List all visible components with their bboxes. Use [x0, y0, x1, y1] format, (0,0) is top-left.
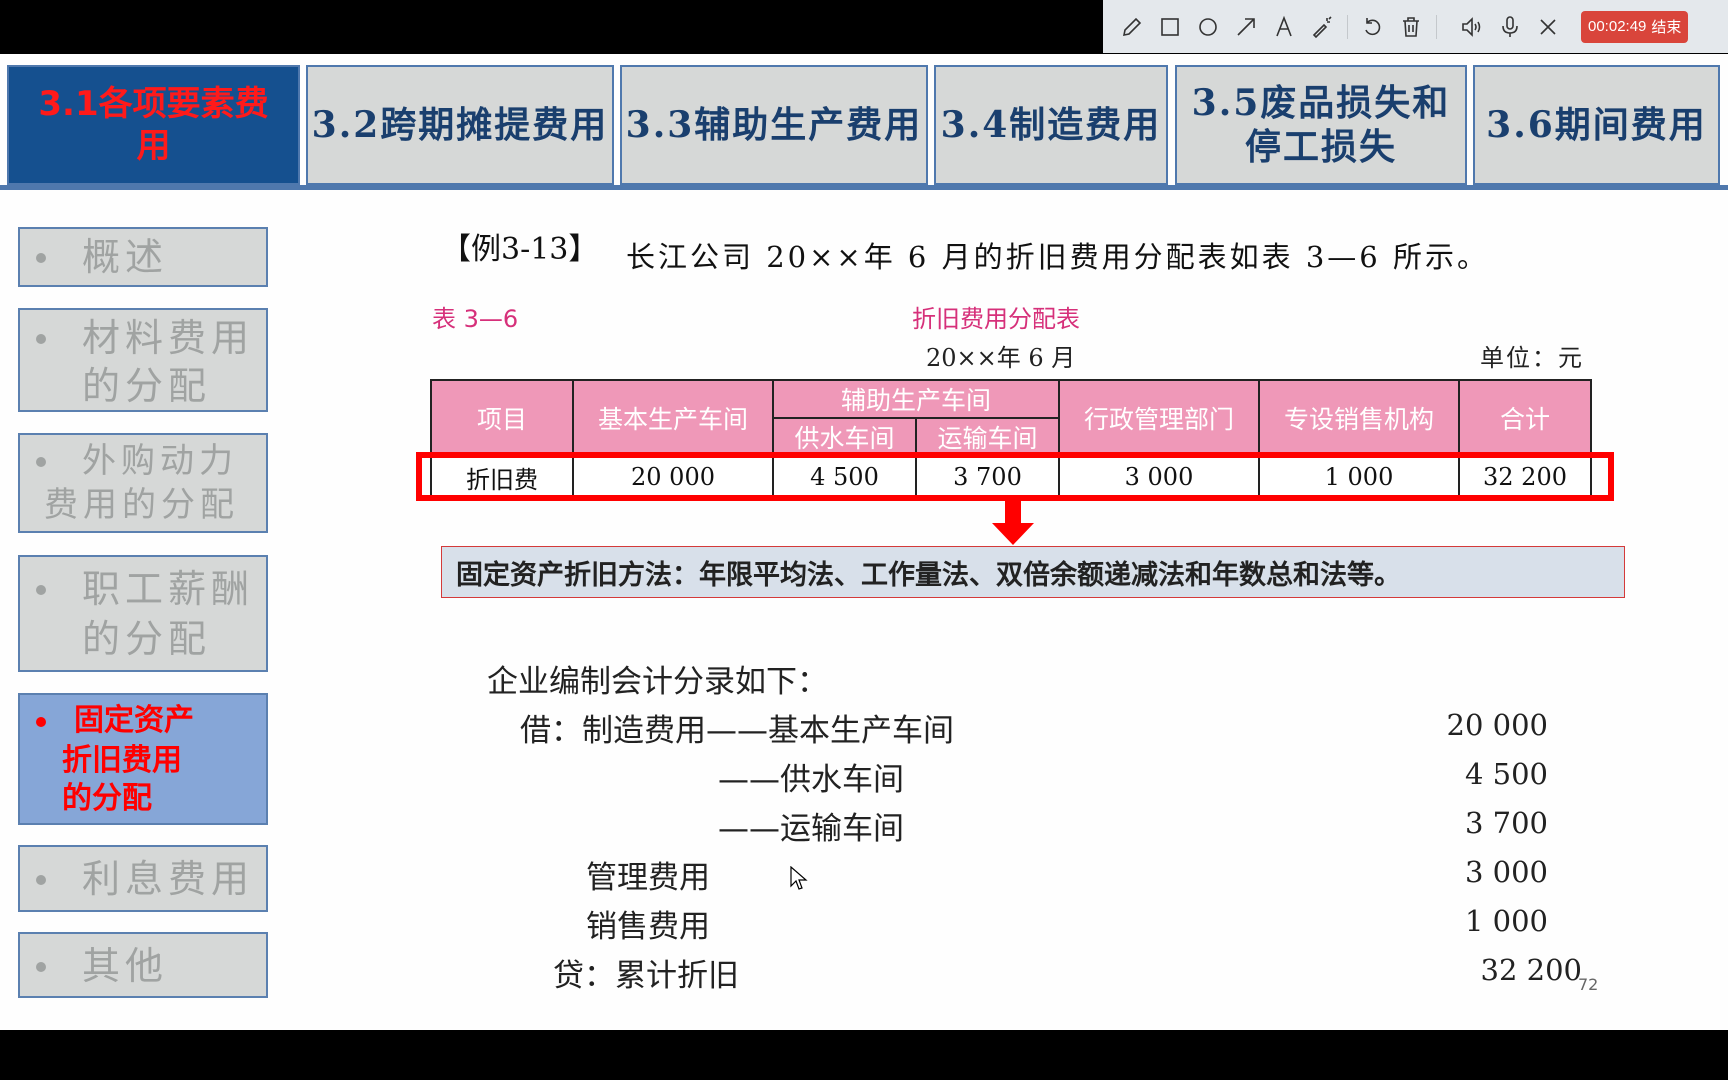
journal-amount: 1 000 — [1464, 904, 1548, 938]
sidebar-item-material-cost[interactable]: 材料费用 的分配 — [18, 308, 268, 412]
trash-icon[interactable] — [1392, 8, 1430, 46]
end-label: 结束 — [1651, 19, 1682, 36]
table-label: 表 3—6 — [432, 305, 519, 333]
journal-entry: 管理费用 — [586, 860, 710, 896]
tab-underline — [0, 185, 1728, 190]
close-icon[interactable] — [1529, 8, 1567, 46]
end-recording-button[interactable]: 00:02:49 结束 — [1581, 10, 1689, 43]
chapter-tabs: 3.1各项要素费用 3.2跨期摊提费用 3.3辅助生产费用 3.4制造费用 3.… — [0, 65, 1728, 185]
header-admin: 行政管理部门 — [1058, 379, 1260, 457]
journal-entry: 借：制造费用——基本生产车间 — [520, 713, 954, 749]
sidebar-item-salary[interactable]: 职工薪酬 的分配 — [18, 555, 268, 672]
bullet — [36, 717, 46, 727]
undo-icon[interactable] — [1354, 8, 1392, 46]
timer: 00:02:49 — [1588, 18, 1647, 35]
sidebar-item-other[interactable]: 其他 — [18, 932, 268, 998]
speaker-icon[interactable] — [1453, 8, 1491, 46]
bullet — [36, 457, 46, 467]
bullet — [36, 875, 46, 885]
bullet — [36, 334, 46, 344]
table-title: 折旧费用分配表 — [912, 305, 1080, 333]
magic-wand-icon[interactable] — [1303, 8, 1341, 46]
journal-entry: 贷：累计折旧 — [553, 958, 739, 994]
slide: 3.1各项要素费用 3.2跨期摊提费用 3.3辅助生产费用 3.4制造费用 3.… — [0, 54, 1728, 1030]
tab-3-1[interactable]: 3.1各项要素费用 — [7, 65, 300, 185]
header-transport-workshop: 运输车间 — [915, 417, 1060, 457]
page-number: 72 — [1578, 975, 1599, 994]
rectangle-icon[interactable] — [1151, 8, 1189, 46]
journal-amount: 32 200 — [1480, 953, 1582, 987]
microphone-icon[interactable] — [1491, 8, 1529, 46]
tab-3-4[interactable]: 3.4制造费用 — [934, 65, 1168, 185]
tab-3-2[interactable]: 3.2跨期摊提费用 — [306, 65, 614, 185]
journal-entry: 销售费用 — [586, 909, 710, 945]
toolbar-separator — [1436, 14, 1437, 39]
journal-amount: 20 000 — [1446, 708, 1548, 742]
text-icon[interactable] — [1265, 8, 1303, 46]
bullet — [36, 962, 46, 972]
table-unit: 单位：元 — [1480, 344, 1584, 372]
depreciation-methods-callout: 固定资产折旧方法：年限平均法、工作量法、双倍余额递减法和年数总和法等。 — [441, 546, 1625, 598]
header-aux-workshop: 辅助生产车间 — [772, 379, 1060, 419]
tab-3-6[interactable]: 3.6期间费用 — [1473, 65, 1720, 185]
highlight-box — [416, 452, 1614, 501]
bullet — [36, 585, 46, 595]
toolbar-separator — [1347, 14, 1348, 39]
tab-3-5[interactable]: 3.5废品损失和 停工损失 — [1175, 65, 1467, 185]
journal-amount: 3 000 — [1464, 855, 1548, 889]
tab-3-3[interactable]: 3.3辅助生产费用 — [620, 65, 928, 185]
header-item: 项目 — [430, 379, 574, 457]
sidebar-item-interest[interactable]: 利息费用 — [18, 845, 268, 912]
example-tag: 【例3-13】 — [441, 232, 599, 267]
down-arrow-icon — [992, 501, 1034, 545]
journal-amount: 4 500 — [1464, 757, 1548, 791]
arrow-icon[interactable] — [1227, 8, 1265, 46]
header-total: 合计 — [1458, 379, 1592, 457]
header-water-workshop: 供水车间 — [772, 417, 917, 457]
circle-icon[interactable] — [1189, 8, 1227, 46]
pencil-icon[interactable] — [1113, 8, 1151, 46]
annotation-toolbar: 00:02:49 结束 — [1103, 0, 1728, 53]
bullet — [36, 253, 46, 263]
header-basic-workshop: 基本生产车间 — [572, 379, 774, 457]
sidebar-item-overview[interactable]: 概述 — [18, 227, 268, 287]
sidebar-item-power-cost[interactable]: 外购动力 费用的分配 — [18, 433, 268, 533]
journal-entry: ——供水车间 — [718, 762, 904, 798]
table-date: 20××年 6 月 — [926, 344, 1076, 372]
example-text: 长江公司 20××年 6 月的折旧费用分配表如表 3—6 所示。 — [626, 240, 1489, 274]
journal-amount: 3 700 — [1464, 806, 1548, 840]
header-sales: 专设销售机构 — [1258, 379, 1460, 457]
sidebar-item-depreciation[interactable]: 固定资产 折旧费用 的分配 — [18, 693, 268, 825]
bottom-black-bar — [0, 1030, 1728, 1080]
journal-entry: ——运输车间 — [718, 811, 904, 847]
mouse-cursor-icon — [790, 866, 808, 890]
journal-intro: 企业编制会计分录如下： — [487, 664, 828, 700]
